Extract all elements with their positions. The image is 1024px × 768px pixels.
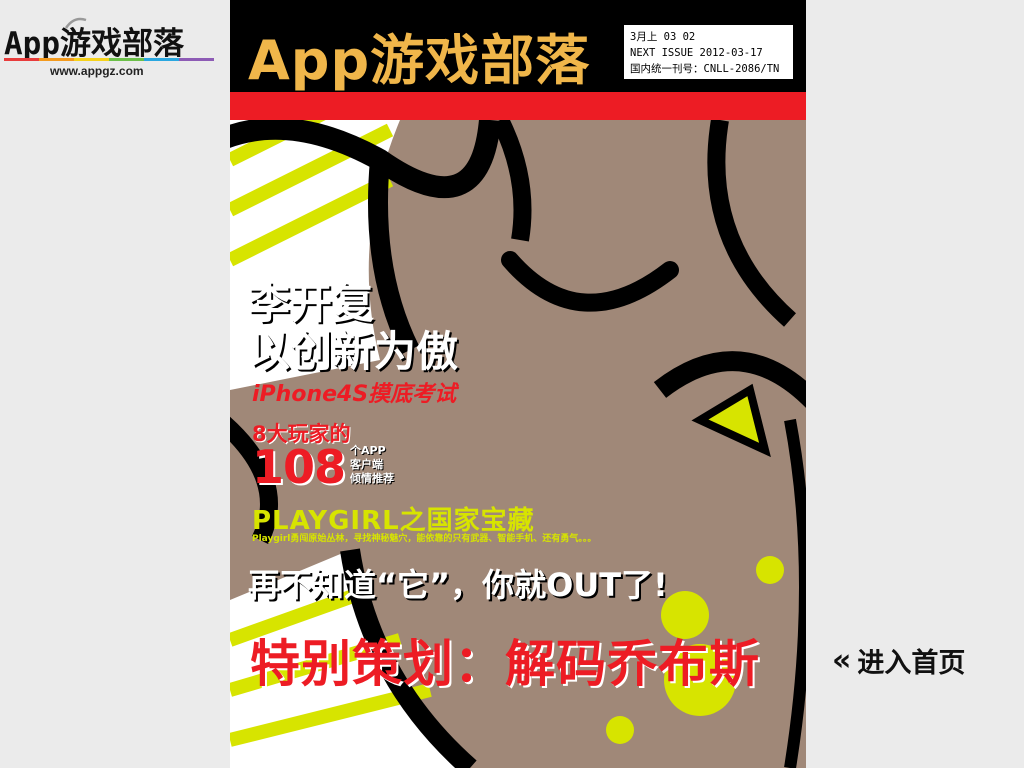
enter-home-label: 进入首页	[857, 647, 966, 679]
special-feature-line: 特别策划：解码乔布斯	[250, 635, 760, 693]
issn-number: 国内统一刊号：CNLL-2086/TN	[630, 63, 780, 75]
color-stripe	[179, 58, 214, 61]
logo-app-word: App	[4, 26, 60, 62]
issue-date: 3月上 03 02	[630, 31, 696, 43]
playgirl-description: Playgirl勇闯原始丛林，寻找神秘魅穴，能依靠的只有武器、智能手机、还有勇气…	[252, 534, 597, 544]
app-line: 客户端	[350, 458, 383, 471]
enter-home-link[interactable]: « 进入首页	[832, 642, 966, 679]
issue-info-box: 3月上 03 02 NEXT ISSUE 2012-03-17 国内统一刊号：C…	[623, 24, 794, 80]
headline-tagline: 以创新为傲	[248, 327, 459, 376]
app-recommend-lines: 个APP 客户端 倾情推荐	[350, 444, 394, 486]
out-line: 再不知道“它”，你就OUT了!	[248, 566, 668, 604]
site-url: www.appgz.com	[50, 64, 144, 78]
subhead-iphone: iPhone4S摸底考试	[252, 382, 457, 407]
color-stripe	[39, 58, 74, 61]
magazine-cover[interactable]: App游戏部落 3月上 03 02 NEXT ISSUE 2012-03-17 …	[230, 0, 806, 768]
color-stripe	[4, 58, 39, 61]
app-line: 个APP	[350, 444, 386, 457]
red-band	[230, 92, 806, 120]
logo-cn-word: 游戏部落	[60, 26, 184, 62]
cover-title: App游戏部落	[248, 29, 591, 92]
app-line: 倾情推荐	[350, 472, 394, 485]
double-chevron-left-icon: «	[832, 642, 851, 678]
cover-header: App游戏部落 3月上 03 02 NEXT ISSUE 2012-03-17 …	[230, 0, 806, 92]
number-108: 108	[252, 440, 346, 494]
logo-color-bar	[4, 58, 214, 61]
color-stripe	[144, 58, 179, 61]
color-stripe	[74, 58, 109, 61]
color-stripe	[109, 58, 144, 61]
site-logo[interactable]: App游戏部落 www.appgz.com	[4, 17, 228, 82]
site-logo-text: App游戏部落	[4, 18, 184, 63]
next-issue: NEXT ISSUE 2012-03-17	[630, 47, 763, 59]
